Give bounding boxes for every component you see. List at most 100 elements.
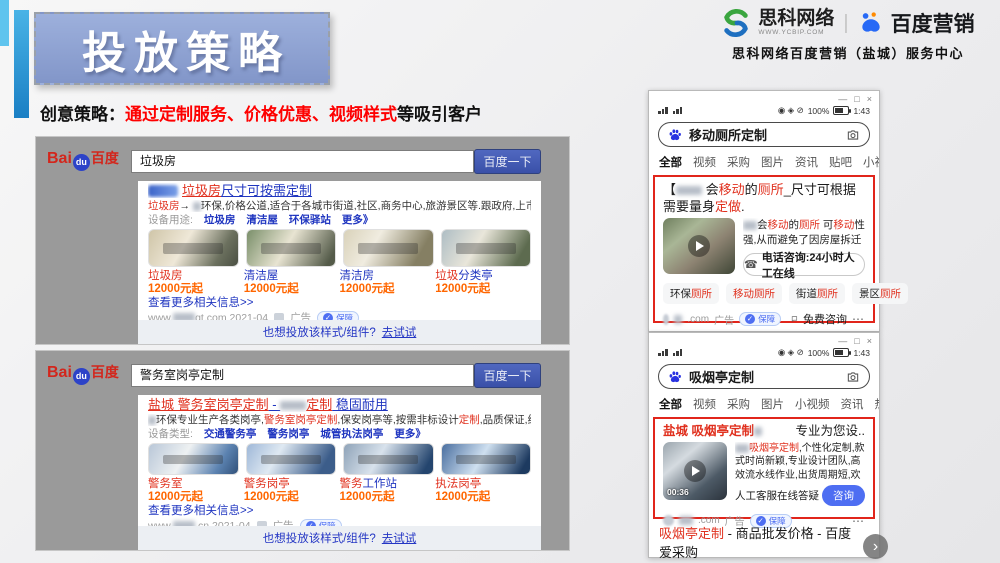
status-bar: ◉ ◈ ⊘ 100% 1:43: [649, 104, 879, 117]
redacted-text: [735, 444, 749, 453]
more-info-link[interactable]: 查看更多相关信息>>: [148, 297, 531, 309]
product-caption: 垃圾分类亭 12000元起: [435, 270, 531, 295]
online-service-text: 人工客服在线答疑: [735, 488, 819, 503]
product-photo[interactable]: [148, 443, 239, 475]
status-icons: ◉ ◈ ⊘: [778, 105, 804, 116]
redacted-text: [679, 516, 693, 525]
filter-link[interactable]: 警务岗亭: [267, 428, 309, 440]
filter-link[interactable]: 更多》: [342, 214, 374, 226]
battery-percent: 100%: [808, 106, 830, 116]
guarantee-badge: ✓保障: [739, 312, 781, 326]
tab-procurement[interactable]: 采购: [727, 154, 750, 169]
close-icon[interactable]: ×: [867, 94, 872, 104]
consult-button[interactable]: 咨询: [822, 485, 865, 506]
filter-link[interactable]: 交通警务亭: [204, 428, 257, 440]
product-thumbnails: [148, 443, 531, 475]
product-price: 12000元起: [244, 491, 340, 503]
play-icon[interactable]: [684, 460, 706, 482]
phone-consult-button[interactable]: ☎ 电话咨询:24小时人工在线: [743, 253, 865, 276]
product-caption: 警务岗亭 12000元起: [244, 478, 340, 503]
product-caption: 清洁房 12000元起: [340, 270, 436, 295]
filter-link[interactable]: 垃圾房: [204, 214, 236, 226]
ad-title[interactable]: 【 会移动的厕所_尺寸可根据需要量身定做.: [663, 181, 865, 215]
product-thumbnails: [148, 229, 531, 267]
tab-images[interactable]: 图片: [761, 154, 784, 169]
check-icon: ✓: [745, 314, 755, 324]
product-photo[interactable]: [246, 443, 337, 475]
accent-bar-main: [14, 10, 29, 118]
more-info-link[interactable]: 查看更多相关信息>>: [148, 505, 531, 517]
product-photo[interactable]: [441, 443, 532, 475]
slide-canvas: 投放策略 创意策略：通过定制服务、价格优惠、视频样式等吸引客户 思科网络 WWW…: [0, 0, 1000, 563]
product-caption: 警务工作站 12000元起: [340, 478, 436, 503]
logo-divider: |: [843, 12, 848, 35]
camera-icon[interactable]: [846, 128, 860, 142]
tab-all[interactable]: 全部: [659, 396, 682, 411]
redacted-text: [193, 202, 201, 211]
product-captions: 垃圾房 12000元起 清洁屋 12000元起 清洁房 12000元起 垃圾分类…: [148, 270, 531, 295]
next-arrow-button[interactable]: ›: [863, 534, 888, 559]
tag-button[interactable]: 环保厕所: [663, 283, 719, 304]
tab-news[interactable]: 资讯: [795, 154, 818, 169]
baidu-search-button[interactable]: 百度一下: [474, 363, 541, 388]
free-consult-link[interactable]: 免费咨询: [803, 311, 847, 327]
tab-all[interactable]: 全部: [659, 154, 682, 169]
tab-video[interactable]: 视频: [693, 396, 716, 411]
baidu-paw-icon: [668, 128, 682, 142]
try-it-link[interactable]: 去试试: [382, 530, 417, 546]
play-icon[interactable]: [688, 235, 710, 257]
tag-button[interactable]: 街道厕所: [789, 283, 845, 304]
baidu-search-button[interactable]: 百度一下: [474, 149, 541, 174]
tab-hot[interactable]: 热议: [875, 396, 880, 411]
product-photo[interactable]: [343, 229, 434, 267]
more-options-icon[interactable]: ⋯: [852, 312, 865, 326]
tab-tieba[interactable]: 贴吧: [829, 154, 852, 169]
mobile-search-query[interactable]: 移动厕所定制: [689, 125, 767, 144]
tab-images[interactable]: 图片: [761, 396, 784, 411]
filter-link[interactable]: 清洁屋: [246, 214, 278, 226]
ad-title[interactable]: 盐城 吸烟亭定制 专业为您设..: [663, 423, 865, 439]
product-photo[interactable]: [148, 229, 239, 267]
filter-link[interactable]: 城管执法岗亭: [320, 428, 383, 440]
brand-header: 思科网络 WWW.YCBIP.COM | 百度营销 思科网络百度营销（盐城）服务…: [700, 8, 996, 62]
tag-button[interactable]: 景区厕所: [852, 283, 908, 304]
tab-news[interactable]: 资讯: [841, 396, 864, 411]
page-title: 投放策略: [74, 17, 290, 81]
strategy-line: 创意策略：通过定制服务、价格优惠、视频样式等吸引客户: [40, 100, 482, 125]
filter-link[interactable]: 更多》: [394, 428, 426, 440]
tab-minivideo[interactable]: 小视频: [795, 396, 830, 411]
tab-video[interactable]: 视频: [693, 154, 716, 169]
accent-bar-light: [0, 0, 9, 46]
highlighted-ad-result: 【 会移动的厕所_尺寸可根据需要量身定做. 会移动的厕所 可移动性强,从而避免了…: [653, 175, 875, 323]
style-promo-footer: 也想投放该样式/组件?去试试: [138, 320, 541, 344]
mobile-search-bar[interactable]: 吸烟亭定制: [658, 364, 870, 389]
product-photo[interactable]: [343, 443, 434, 475]
tab-procurement[interactable]: 采购: [727, 396, 750, 411]
try-it-link[interactable]: 去试试: [382, 324, 417, 340]
camera-icon[interactable]: [846, 370, 860, 384]
mobile-search-bar[interactable]: 移动厕所定制: [658, 122, 870, 147]
minimize-icon[interactable]: —: [838, 336, 847, 346]
search-input[interactable]: 垃圾房: [131, 150, 474, 173]
video-thumbnail[interactable]: 00:36: [663, 442, 727, 500]
product-caption: 清洁屋 12000元起: [244, 270, 340, 295]
product-photo[interactable]: [246, 229, 337, 267]
minimize-icon[interactable]: —: [838, 94, 847, 104]
product-photo[interactable]: [441, 229, 532, 267]
tag-button[interactable]: 移动厕所: [726, 283, 782, 304]
result-title[interactable]: 盐城 警务室岗亭定制 - 定制 稳固耐用: [148, 397, 531, 412]
maximize-icon[interactable]: □: [854, 94, 859, 104]
redacted-text: [743, 221, 757, 230]
maximize-icon[interactable]: □: [854, 336, 859, 346]
mobile-search-query[interactable]: 吸烟亭定制: [689, 367, 754, 386]
result-card: 盐城 警务室岗亭定制 - 定制 稳固耐用 环保专业生产各类岗亭,警务室岗亭定制,…: [138, 395, 541, 550]
service-center-subtitle: 思科网络百度营销（盐城）服务中心: [700, 43, 996, 62]
organic-result-title[interactable]: 吸烟亭定制 - 商品批发价格 - 百度爱采购: [659, 525, 861, 563]
result-title[interactable]: 垃圾房尺寸可按需定制: [148, 183, 531, 198]
tab-minivideo[interactable]: 小视频: [863, 154, 879, 169]
product-price: 12000元起: [244, 283, 340, 295]
filter-link[interactable]: 环保驿站: [289, 214, 331, 226]
search-input[interactable]: 警务室岗亭定制: [131, 364, 474, 387]
close-icon[interactable]: ×: [867, 336, 872, 346]
video-thumbnail[interactable]: [663, 218, 735, 274]
